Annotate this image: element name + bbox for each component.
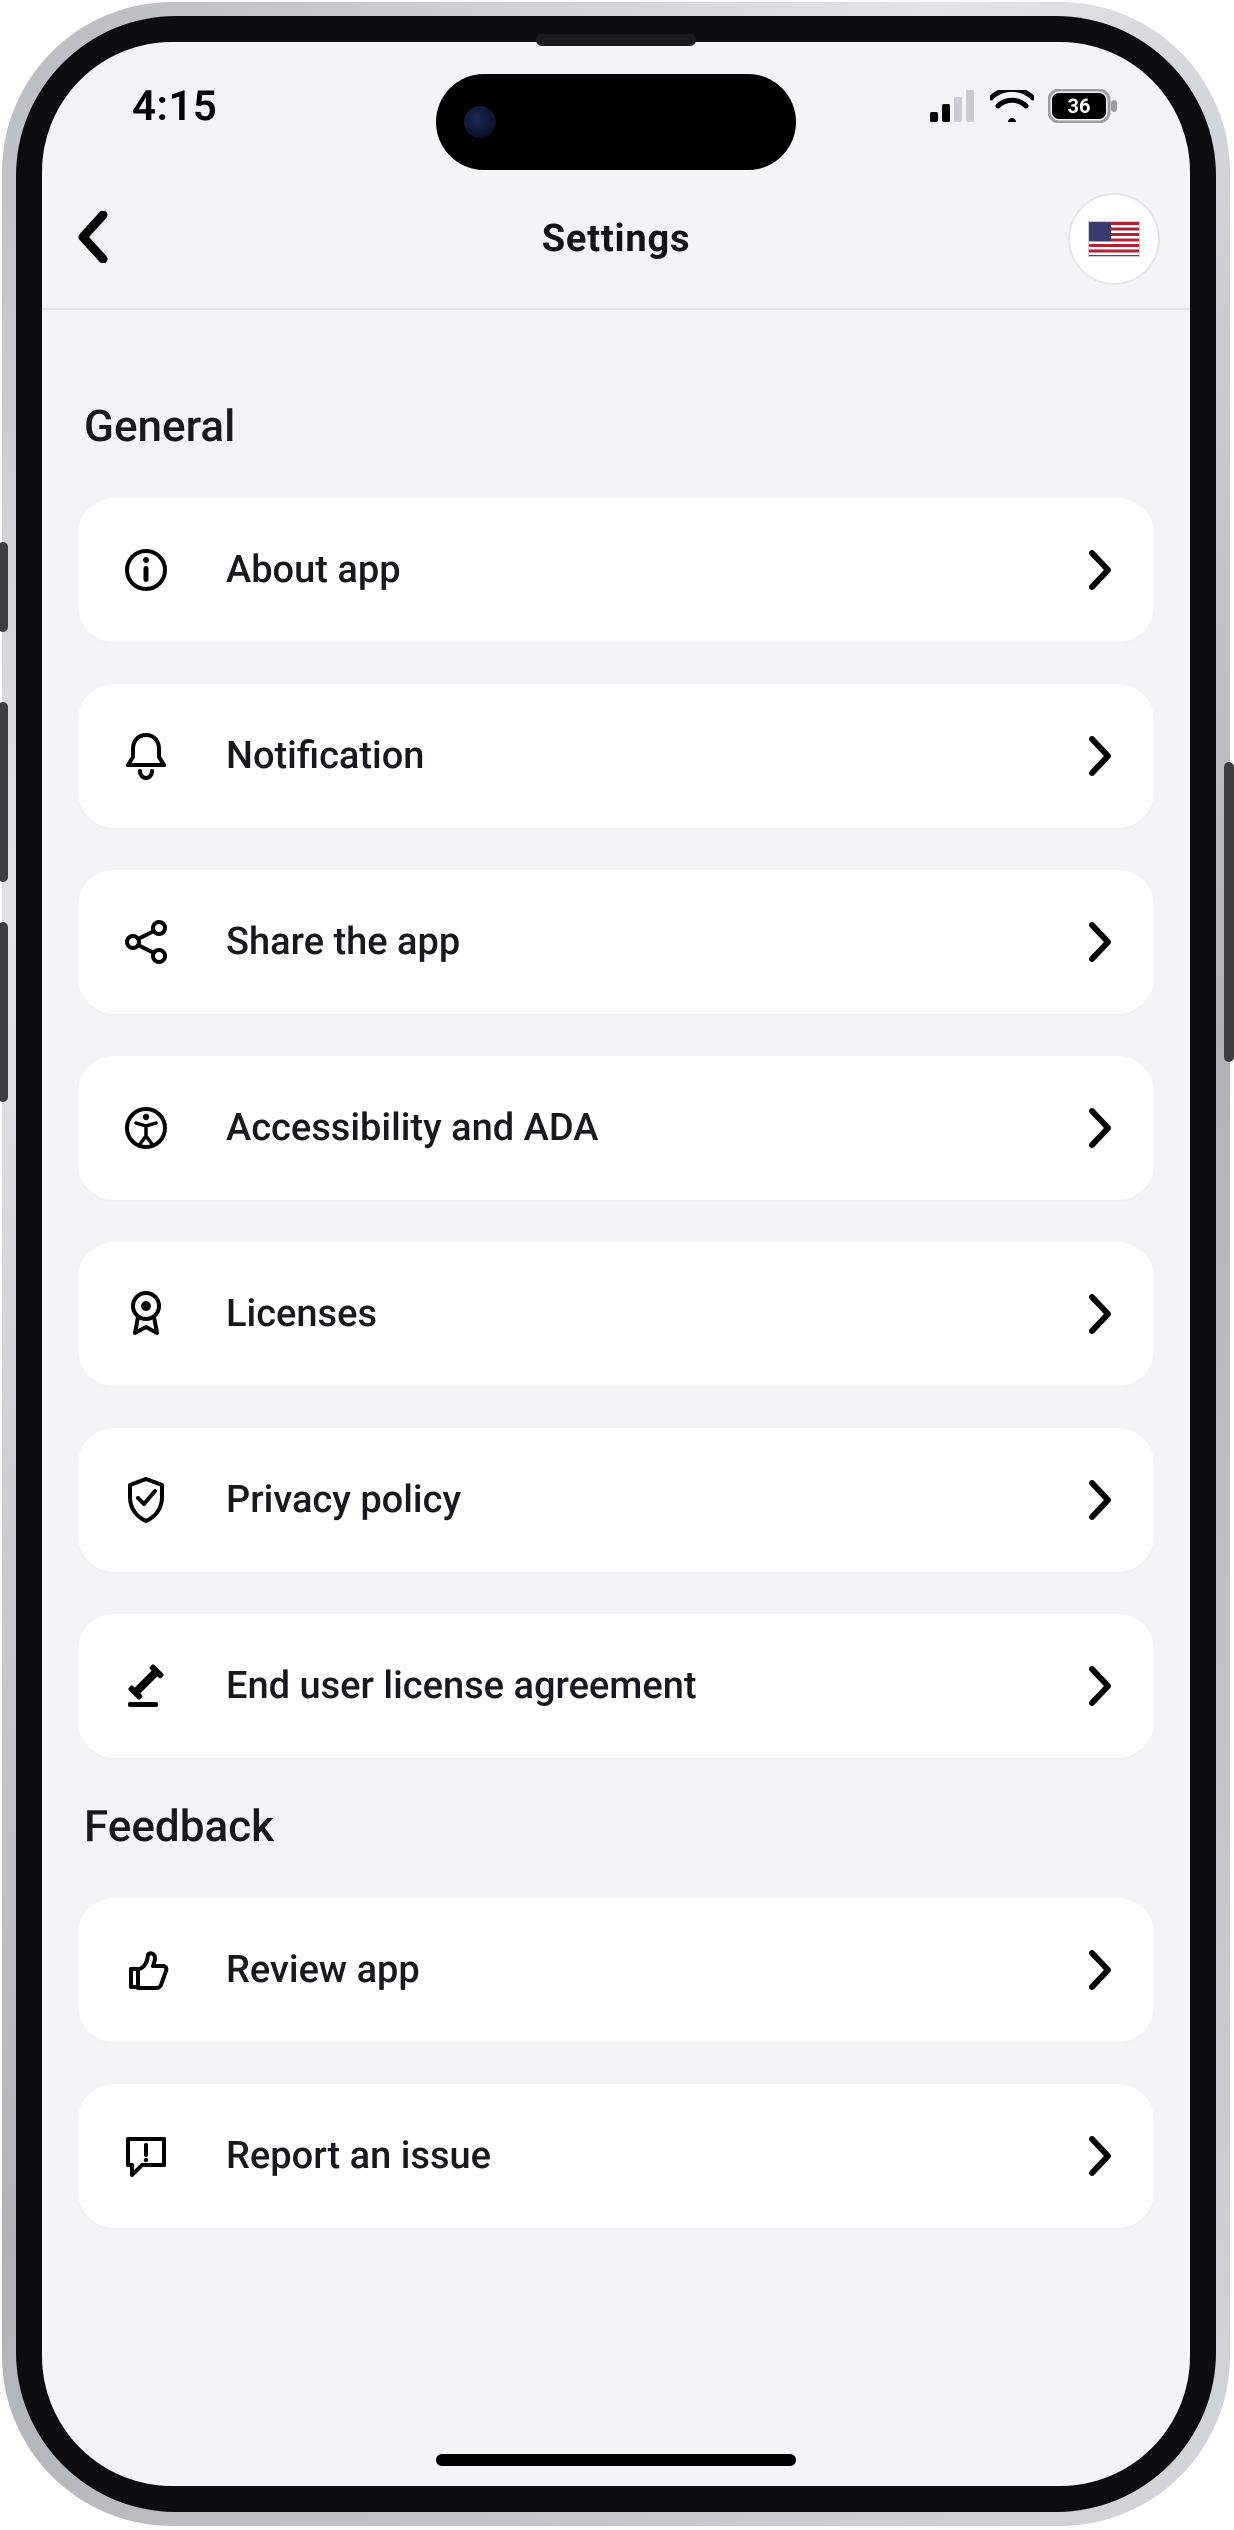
- row-label: About app: [226, 548, 1086, 592]
- chat-alert-icon: [118, 2128, 174, 2184]
- nav-header: Settings: [42, 170, 1190, 310]
- home-indicator[interactable]: [436, 2454, 796, 2466]
- row-label: End user license agreement: [226, 1664, 1086, 1708]
- cellular-signal-icon: [930, 90, 976, 122]
- accessibility-icon: [118, 1100, 174, 1156]
- chevron-right-icon: [1086, 1477, 1114, 1523]
- row-label: Notification: [226, 734, 1086, 778]
- shield-check-icon: [118, 1472, 174, 1528]
- info-icon: [118, 542, 174, 598]
- row-label: Review app: [226, 1948, 1086, 1992]
- speaker: [536, 34, 696, 46]
- chevron-right-icon: [1086, 733, 1114, 779]
- battery-percent: 36: [1048, 89, 1110, 123]
- chevron-right-icon: [1086, 2133, 1114, 2179]
- share-icon: [118, 914, 174, 970]
- row-licenses[interactable]: Licenses: [78, 1242, 1154, 1386]
- dynamic-island: [436, 74, 796, 170]
- row-privacy-policy[interactable]: Privacy policy: [78, 1428, 1154, 1572]
- section-title-feedback: Feedback: [84, 1800, 1148, 1852]
- language-flag-button[interactable]: [1068, 193, 1160, 285]
- row-label: Licenses: [226, 1292, 1086, 1336]
- phone-body: 4:15: [16, 16, 1216, 2512]
- row-review-app[interactable]: Review app: [78, 1898, 1154, 2042]
- badge-icon: [118, 1286, 174, 1342]
- page-title: Settings: [542, 217, 691, 261]
- chevron-right-icon: [1086, 1663, 1114, 1709]
- row-label: Share the app: [226, 920, 1086, 964]
- status-time: 4:15: [132, 82, 217, 131]
- screen: 4:15: [42, 42, 1190, 2486]
- section-title-general: General: [84, 400, 1148, 452]
- row-label: Accessibility and ADA: [226, 1106, 1086, 1150]
- row-label: Report an issue: [226, 2134, 1086, 2178]
- power-button: [1224, 762, 1234, 1062]
- back-button[interactable]: [60, 207, 124, 271]
- row-report-issue[interactable]: Report an issue: [78, 2084, 1154, 2228]
- thumbs-up-icon: [118, 1942, 174, 1998]
- front-camera-icon: [464, 106, 496, 138]
- row-label: Privacy policy: [226, 1478, 1086, 1522]
- chevron-right-icon: [1086, 919, 1114, 965]
- chevron-right-icon: [1086, 1947, 1114, 1993]
- chevron-right-icon: [1086, 1105, 1114, 1151]
- battery-icon: 36: [1048, 89, 1118, 123]
- us-flag-icon: [1088, 221, 1140, 257]
- row-notification[interactable]: Notification: [78, 684, 1154, 828]
- row-about-app[interactable]: About app: [78, 498, 1154, 642]
- row-eula[interactable]: End user license agreement: [78, 1614, 1154, 1758]
- chevron-right-icon: [1086, 1291, 1114, 1337]
- wifi-icon: [990, 90, 1034, 122]
- phone-frame: 4:15: [2, 2, 1230, 2526]
- row-share-app[interactable]: Share the app: [78, 870, 1154, 1014]
- content-scroll[interactable]: General About app Notificati: [42, 312, 1190, 2486]
- chevron-right-icon: [1086, 547, 1114, 593]
- bell-icon: [118, 728, 174, 784]
- row-accessibility[interactable]: Accessibility and ADA: [78, 1056, 1154, 1200]
- volume-up-button: [0, 702, 8, 882]
- volume-down-button: [0, 922, 8, 1102]
- chevron-left-icon: [75, 211, 109, 267]
- side-button: [0, 542, 8, 632]
- gavel-icon: [118, 1658, 174, 1714]
